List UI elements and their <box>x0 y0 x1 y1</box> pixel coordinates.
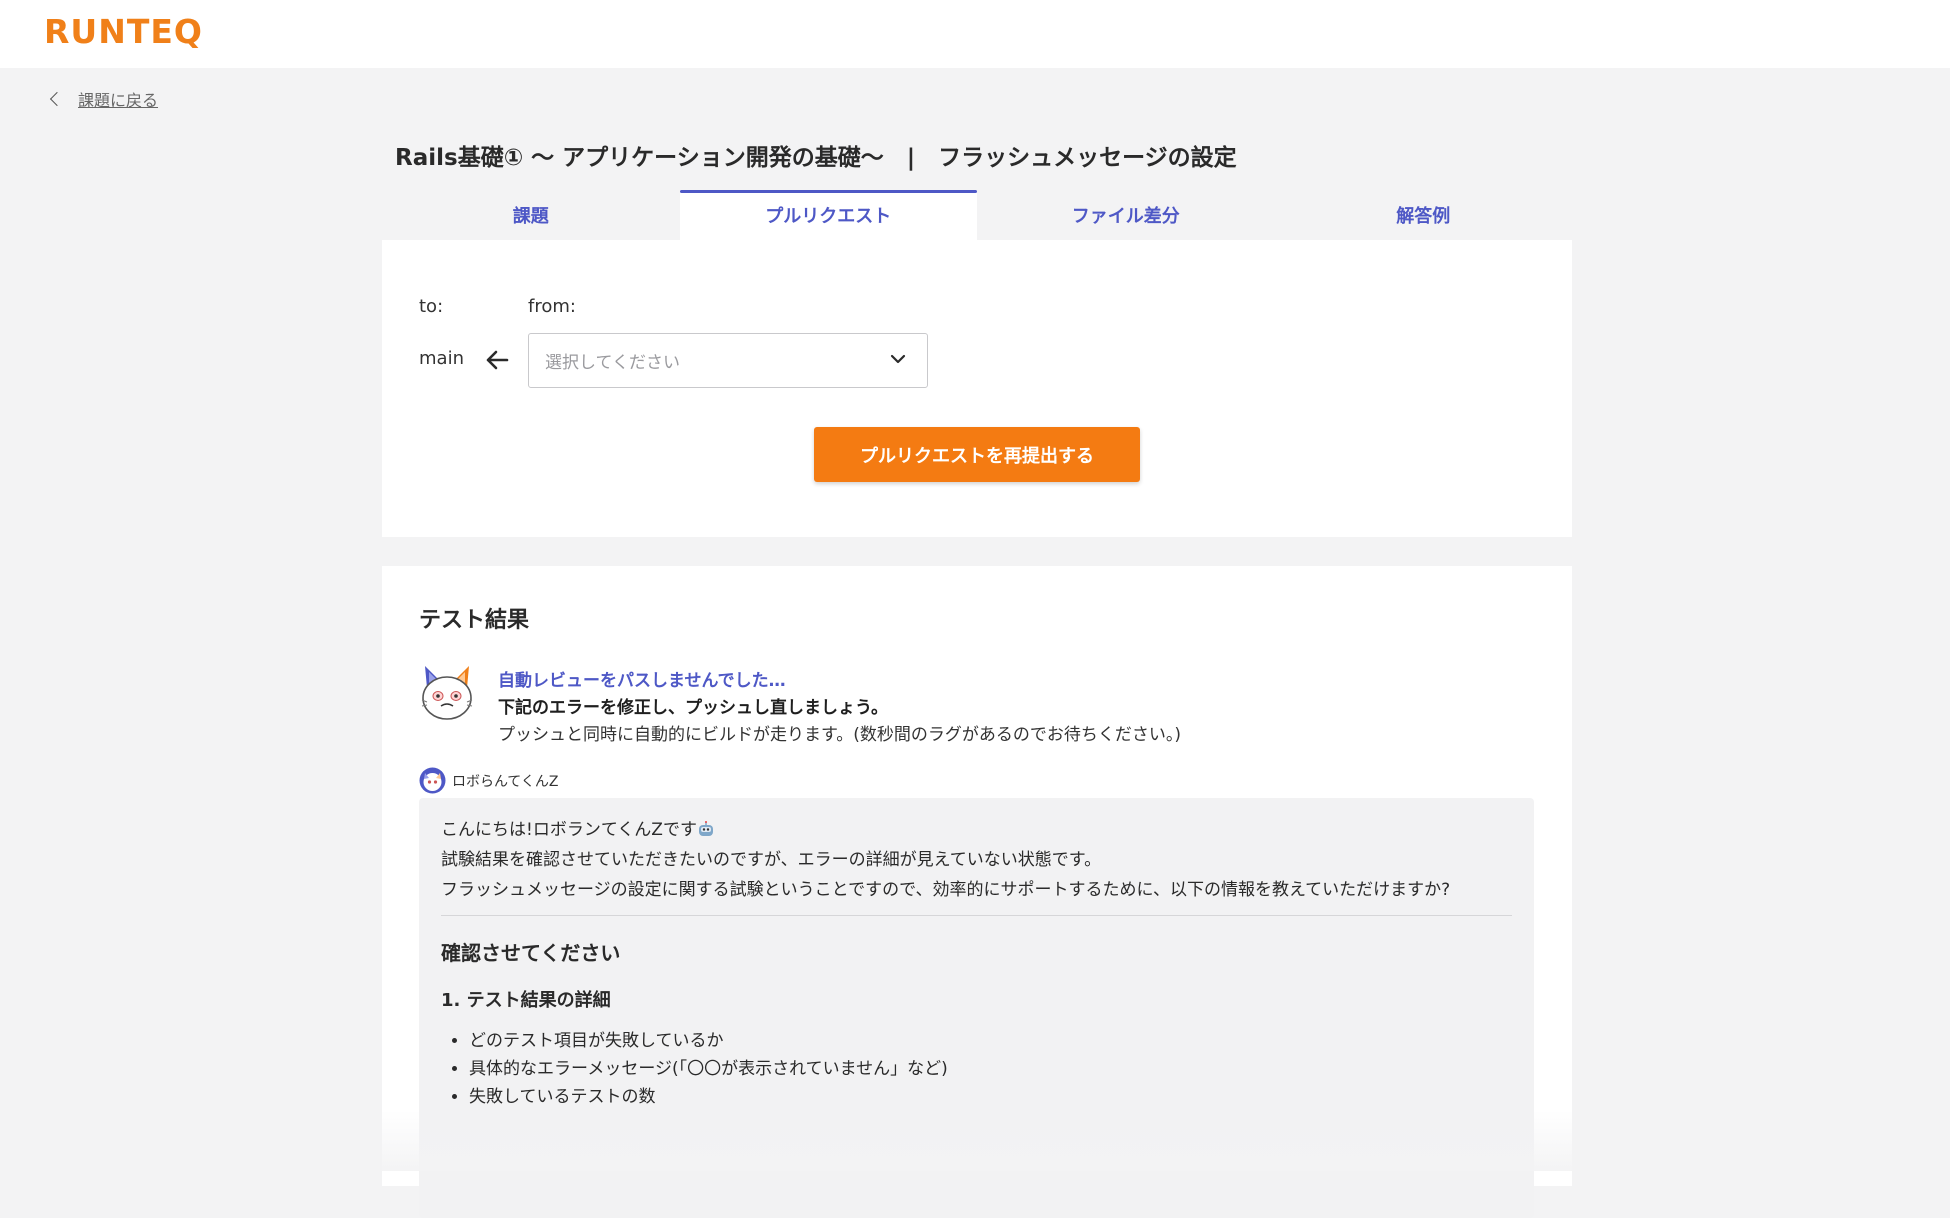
resubmit-pull-request-button[interactable]: プルリクエストを再提出する <box>814 427 1140 482</box>
greeting-text: こんにちは!ロボランてくんZです <box>441 820 697 840</box>
test-result-card: テスト結果 自動レビューをパスしませんでした… 下記のエラーを修正し、プッシュし… <box>382 566 1572 1218</box>
tab-file-diff[interactable]: ファイル差分 <box>977 190 1275 240</box>
from-branch-select[interactable]: 選択してください <box>528 333 928 388</box>
arrow-left-icon <box>486 350 509 370</box>
list-item: どのテスト項目が失敗しているか <box>469 1027 1512 1055</box>
top-header: RUNTEQ <box>0 0 1950 68</box>
tab-sample-answer[interactable]: 解答例 <box>1275 190 1573 240</box>
message-line-2: フラッシュメッセージの設定に関する試験ということですので、効率的にサポートするた… <box>441 879 1451 900</box>
message-divider <box>441 915 1512 917</box>
bot-avatar-icon <box>419 767 446 794</box>
to-label: to: <box>419 296 444 317</box>
from-label: from: <box>528 296 576 317</box>
tab-pull-request[interactable]: プルリクエスト <box>679 190 977 240</box>
base-branch: main <box>419 348 464 369</box>
page-title: Rails基礎① 〜 アプリケーション開発の基礎〜 | フラッシュメッセージの設… <box>395 145 1237 171</box>
message-line-1: 試験結果を確認させていただきたいのですが、エラーの詳細が見えていない状態です。 <box>441 849 1102 870</box>
pull-request-card: to: from: main 選択してください プルリクエストを再提出する <box>382 240 1572 537</box>
list-item: 具体的なエラーメッセージ(「〇〇が表示されていません」など) <box>469 1055 1512 1083</box>
message-subheading: 1. テスト結果の詳細 <box>441 990 611 1012</box>
robot-emoji-icon <box>698 821 713 836</box>
review-status-heading: 自動レビューをパスしませんでした… <box>498 671 786 691</box>
test-result-title: テスト結果 <box>419 608 530 633</box>
bot-message: こんにちは!ロボランてくんZです 試験結果を確認させていただきたいのですが、エラ… <box>419 798 1534 1218</box>
review-status-note: プッシュと同時に自動的にビルドが走ります。(数秒間のラグがあるのでお待ちください… <box>498 725 1182 745</box>
message-section-heading: 確認させてください <box>441 941 621 966</box>
chevron-left-icon <box>49 91 65 107</box>
message-item-list: どのテスト項目が失敗しているか 具体的なエラーメッセージ(「〇〇が表示されていま… <box>441 1027 1512 1111</box>
message-greeting: こんにちは!ロボランてくんZです <box>441 816 1512 846</box>
back-link-label[interactable]: 課題に戻る <box>78 87 158 111</box>
back-link[interactable]: 課題に戻る <box>49 87 158 111</box>
runteq-logo[interactable]: RUNTEQ <box>44 12 203 51</box>
robot-cat-icon <box>421 666 473 720</box>
tab-assignment[interactable]: 課題 <box>382 190 680 240</box>
review-status-instruction: 下記のエラーを修正し、プッシュし直しましょう。 <box>498 698 888 718</box>
bot-name: ロボらんてくんZ <box>452 774 559 790</box>
list-item: 失敗しているテストの数 <box>469 1083 1512 1111</box>
tab-bar: 課題 プルリクエスト ファイル差分 解答例 <box>382 190 1572 240</box>
chevron-down-icon <box>890 354 906 364</box>
select-placeholder: 選択してください <box>545 353 680 373</box>
